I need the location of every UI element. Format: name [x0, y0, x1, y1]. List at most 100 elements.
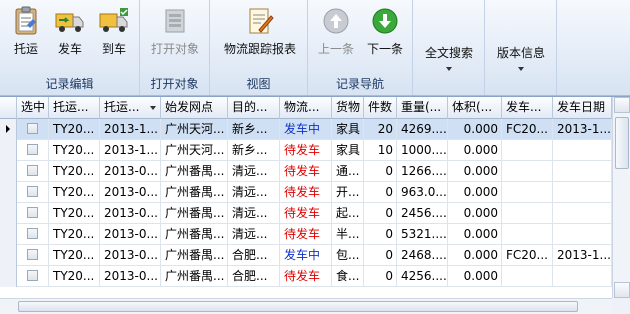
cell-depart-date[interactable]: 2013-1...	[553, 245, 612, 266]
cell-depart-no[interactable]	[502, 182, 553, 203]
cell-depart-date[interactable]	[553, 266, 612, 287]
horizontal-scroll-thumb[interactable]	[18, 301, 578, 312]
cell-consign-no[interactable]: TY20...	[49, 119, 100, 140]
cell-volume[interactable]: 0.000	[448, 140, 502, 161]
cell-goods[interactable]: 家具	[332, 119, 364, 140]
table-row[interactable]: TY20... 2013-1... 广州天河... 新乡... 待发车 家具 10 1000.…	[0, 140, 612, 161]
header-col-status[interactable]: 物流...	[280, 97, 332, 119]
header-col-weight[interactable]: 重量(...	[397, 97, 448, 119]
cell-origin[interactable]: 广州天河...	[161, 140, 228, 161]
cell-volume[interactable]: 0.000	[448, 245, 502, 266]
cell-depart-date[interactable]	[553, 224, 612, 245]
cell-status[interactable]: 发车中	[280, 245, 332, 266]
cell-consign-no[interactable]: TY20...	[49, 266, 100, 287]
cell-consign-date[interactable]: 2013-1...	[100, 140, 161, 161]
row-checkbox[interactable]	[27, 186, 38, 197]
cell-weight[interactable]: 2468....	[397, 245, 448, 266]
row-indicator[interactable]	[0, 182, 17, 203]
cell-goods[interactable]: 包...	[332, 245, 364, 266]
row-indicator[interactable]	[0, 245, 17, 266]
cell-goods[interactable]: 起...	[332, 203, 364, 224]
header-col-consign-date[interactable]: 托运...	[100, 97, 161, 119]
cell-origin[interactable]: 广州番禺...	[161, 161, 228, 182]
cell-consign-date[interactable]: 2013-0...	[100, 224, 161, 245]
table-row[interactable]: TY20... 2013-0... 广州番禺... 清远... 待发车 半... 0 5321…	[0, 224, 612, 245]
cell-destination[interactable]: 清远...	[228, 182, 280, 203]
prev-record-button[interactable]: 上一条	[314, 6, 358, 64]
vertical-scrollbar[interactable]	[612, 97, 630, 298]
cell-status[interactable]: 待发车	[280, 224, 332, 245]
cell-consign-no[interactable]: TY20...	[49, 161, 100, 182]
cell-weight[interactable]: 5321....	[397, 224, 448, 245]
cell-consign-date[interactable]: 2013-0...	[100, 203, 161, 224]
cell-pieces[interactable]: 0	[364, 182, 397, 203]
cell-depart-date[interactable]	[553, 140, 612, 161]
cell-volume[interactable]: 0.000	[448, 266, 502, 287]
consign-button[interactable]: 托运	[8, 6, 44, 64]
row-checkbox[interactable]	[27, 228, 38, 239]
cell-depart-date[interactable]	[553, 161, 612, 182]
cell-origin[interactable]: 广州番禺...	[161, 182, 228, 203]
cell-consign-no[interactable]: TY20...	[49, 203, 100, 224]
row-checkbox[interactable]	[27, 270, 38, 281]
cell-destination[interactable]: 清远...	[228, 224, 280, 245]
cell-origin[interactable]: 广州天河...	[161, 119, 228, 140]
cell-pieces[interactable]: 0	[364, 224, 397, 245]
depart-button[interactable]: 发车	[52, 6, 88, 64]
cell-pieces[interactable]: 0	[364, 245, 397, 266]
cell-status[interactable]: 发车中	[280, 119, 332, 140]
cell-pieces[interactable]: 20	[364, 119, 397, 140]
table-row[interactable]: TY20... 2013-0... 广州番禺... 清远... 待发车 开... 0 963.…	[0, 182, 612, 203]
cell-depart-no[interactable]	[502, 203, 553, 224]
header-col-selected[interactable]: 选中	[17, 97, 49, 119]
cell-status[interactable]: 待发车	[280, 140, 332, 161]
cell-weight[interactable]: 4256....	[397, 266, 448, 287]
cell-depart-date[interactable]	[553, 182, 612, 203]
scroll-up-button[interactable]	[614, 97, 630, 113]
cell-status[interactable]: 待发车	[280, 182, 332, 203]
cell-depart-date[interactable]: 2013-1...	[553, 119, 612, 140]
header-col-consign-no[interactable]: 托运...	[49, 97, 100, 119]
row-indicator[interactable]	[0, 203, 17, 224]
cell-goods[interactable]: 食...	[332, 266, 364, 287]
cell-consign-date[interactable]: 2013-0...	[100, 245, 161, 266]
cell-volume[interactable]: 0.000	[448, 119, 502, 140]
cell-goods[interactable]: 开...	[332, 182, 364, 203]
cell-origin[interactable]: 广州番禺...	[161, 245, 228, 266]
arrive-button[interactable]: 到车	[96, 6, 132, 64]
cell-consign-date[interactable]: 2013-0...	[100, 161, 161, 182]
cell-goods[interactable]: 通...	[332, 161, 364, 182]
table-row[interactable]: TY20... 2013-0... 广州番禺... 合肥... 发车中 包... 0 2468…	[0, 245, 612, 266]
logistics-report-button[interactable]: 物流跟踪报表	[220, 6, 300, 64]
header-col-volume[interactable]: 体积(...	[448, 97, 502, 119]
table-row[interactable]: TY20... 2013-0... 广州番禺... 清远... 待发车 起... 0 2456…	[0, 203, 612, 224]
row-indicator[interactable]	[0, 224, 17, 245]
cell-depart-no[interactable]	[502, 161, 553, 182]
cell-destination[interactable]: 合肥...	[228, 266, 280, 287]
header-col-depart-date[interactable]: 发车日期	[553, 97, 612, 119]
cell-pieces[interactable]: 0	[364, 266, 397, 287]
cell-status[interactable]: 待发车	[280, 161, 332, 182]
cell-pieces[interactable]: 10	[364, 140, 397, 161]
cell-consign-no[interactable]: TY20...	[49, 182, 100, 203]
horizontal-scrollbar[interactable]	[0, 298, 612, 314]
cell-goods[interactable]: 家具	[332, 140, 364, 161]
cell-depart-no[interactable]	[502, 266, 553, 287]
vertical-scroll-thumb[interactable]	[615, 117, 629, 169]
cell-weight[interactable]: 963.0...	[397, 182, 448, 203]
cell-volume[interactable]: 0.000	[448, 203, 502, 224]
cell-destination[interactable]: 新乡...	[228, 119, 280, 140]
cell-consign-no[interactable]: TY20...	[49, 224, 100, 245]
row-checkbox[interactable]	[27, 123, 38, 134]
cell-status[interactable]: 待发车	[280, 203, 332, 224]
row-checkbox[interactable]	[27, 249, 38, 260]
cell-volume[interactable]: 0.000	[448, 224, 502, 245]
open-object-button[interactable]: 打开对象	[147, 6, 203, 64]
cell-consign-date[interactable]: 2013-0...	[100, 182, 161, 203]
header-col-goods[interactable]: 货物	[332, 97, 364, 119]
cell-origin[interactable]: 广州番禺...	[161, 203, 228, 224]
cell-destination[interactable]: 清远...	[228, 161, 280, 182]
cell-pieces[interactable]: 0	[364, 203, 397, 224]
header-col-origin[interactable]: 始发网点	[161, 97, 228, 119]
version-info-button[interactable]: 版本信息	[491, 40, 551, 98]
